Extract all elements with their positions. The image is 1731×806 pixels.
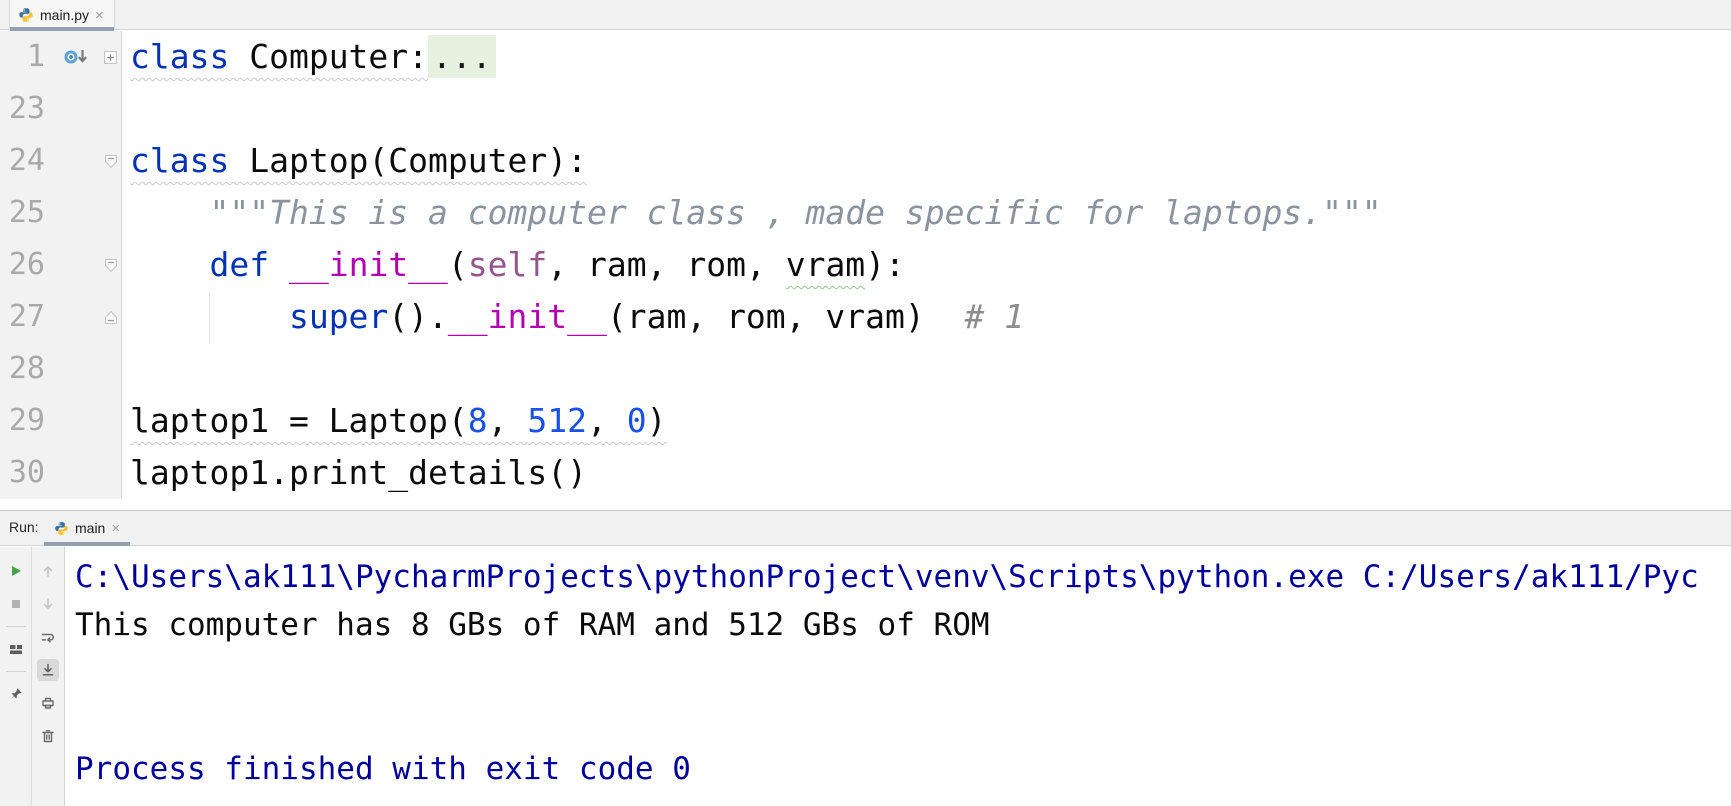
close-icon[interactable]: × bbox=[111, 521, 120, 536]
line-number: 23 bbox=[0, 83, 53, 135]
fold-open-end-icon[interactable] bbox=[103, 309, 119, 326]
print-icon[interactable] bbox=[37, 692, 59, 714]
gutter-icon-slot bbox=[53, 187, 100, 239]
console-line: C:\Users\ak111\PycharmProjects\pythonPro… bbox=[75, 559, 1699, 595]
gutter-icon-slot bbox=[53, 395, 100, 447]
code-text: laptop1.print_details() bbox=[130, 453, 587, 492]
selected-tab-underline bbox=[44, 542, 131, 546]
gutter-icon-slot bbox=[53, 447, 100, 499]
clear-console-icon[interactable] bbox=[37, 725, 59, 747]
run-toolbar-left bbox=[0, 547, 32, 806]
gutter-icon-slot bbox=[53, 83, 100, 135]
code-text: super().__init__(ram, rom, vram) # 1 bbox=[288, 297, 1025, 336]
class-inheritors-icon[interactable] bbox=[63, 47, 91, 67]
line-number: 26 bbox=[0, 239, 53, 291]
code-lines: 1 class Computer:... 23 24 class Laptop(Comp… bbox=[0, 31, 1731, 499]
close-icon[interactable]: × bbox=[95, 8, 104, 23]
line-number: 30 bbox=[0, 447, 53, 499]
line-number: 29 bbox=[0, 395, 53, 447]
rerun-icon[interactable] bbox=[5, 560, 27, 582]
pin-icon[interactable] bbox=[5, 683, 27, 705]
gutter-icon-slot bbox=[53, 239, 100, 291]
gutter-icon-slot bbox=[53, 135, 100, 187]
run-label: Run: bbox=[9, 519, 39, 535]
line-number: 25 bbox=[0, 187, 53, 239]
run-tool-window-header: Run: main × bbox=[0, 511, 1731, 546]
code-line[interactable]: 1 class Computer:... bbox=[0, 31, 1731, 83]
editor-tab-bar: main.py × bbox=[0, 0, 1731, 31]
fold-marker-slot bbox=[100, 187, 122, 239]
code-text: def __init__(self, ram, rom, vram): bbox=[209, 245, 905, 284]
run-tab-main[interactable]: main × bbox=[44, 511, 131, 546]
code-editor[interactable]: 1 class Computer:... 23 24 class Laptop(Comp… bbox=[0, 31, 1731, 529]
fold-open-start-icon[interactable] bbox=[103, 257, 119, 274]
gutter-icon-slot bbox=[53, 343, 100, 395]
console-output[interactable]: C:\Users\ak111\PycharmProjects\pythonPro… bbox=[66, 547, 1731, 806]
fold-marker-slot bbox=[100, 31, 122, 83]
stop-icon[interactable] bbox=[5, 593, 27, 615]
gutter-icon-slot bbox=[53, 31, 100, 83]
restore-layout-icon[interactable] bbox=[5, 638, 27, 660]
fold-marker-slot bbox=[100, 83, 122, 135]
tab-main-py[interactable]: main.py × bbox=[9, 0, 115, 31]
code-line[interactable]: 26 def __init__(self, ram, rom, vram): bbox=[0, 239, 1731, 291]
run-toolbar-right bbox=[32, 547, 65, 806]
code-text: class Laptop(Computer): bbox=[130, 141, 587, 180]
toolbar-separator bbox=[5, 626, 26, 627]
fold-marker-slot bbox=[100, 135, 122, 187]
toolbar-separator bbox=[5, 671, 26, 672]
fold-collapsed-icon[interactable] bbox=[102, 49, 119, 66]
fold-marker-slot bbox=[100, 447, 122, 499]
code-line[interactable]: 25 """This is a computer class , made sp… bbox=[0, 187, 1731, 239]
fold-marker-slot bbox=[100, 343, 122, 395]
fold-marker-slot bbox=[100, 239, 122, 291]
code-line[interactable]: 24 class Laptop(Computer): bbox=[0, 135, 1731, 187]
fold-marker-slot bbox=[100, 291, 122, 343]
down-stack-trace-icon[interactable] bbox=[37, 593, 59, 615]
code-line[interactable]: 28 bbox=[0, 343, 1731, 395]
python-icon bbox=[55, 521, 68, 535]
code-text: """This is a computer class , made speci… bbox=[209, 193, 1382, 232]
console-line: This computer has 8 GBs of RAM and 512 G… bbox=[75, 607, 990, 643]
run-console-area: C:\Users\ak111\PycharmProjects\pythonPro… bbox=[0, 547, 1731, 806]
fold-open-start-icon[interactable] bbox=[103, 153, 119, 170]
line-number: 28 bbox=[0, 343, 53, 395]
up-stack-trace-icon[interactable] bbox=[37, 560, 59, 582]
code-text: laptop1 = Laptop(8, 512, 0) bbox=[130, 401, 667, 440]
tab-label: main.py bbox=[40, 7, 90, 23]
code-line[interactable]: 27 super().__init__(ram, rom, vram) # 1 bbox=[0, 291, 1731, 343]
console-line: Process finished with exit code 0 bbox=[75, 751, 691, 787]
gutter-icon-slot bbox=[53, 291, 100, 343]
code-line[interactable]: 29 laptop1 = Laptop(8, 512, 0) bbox=[0, 395, 1731, 447]
line-number: 1 bbox=[0, 31, 53, 83]
soft-wrap-icon[interactable] bbox=[37, 626, 59, 648]
scroll-to-end-icon[interactable] bbox=[37, 659, 59, 681]
code-line[interactable]: 23 bbox=[0, 83, 1731, 135]
code-line[interactable]: 30 laptop1.print_details() bbox=[0, 447, 1731, 499]
line-number: 24 bbox=[0, 135, 53, 187]
code-text: class Computer:... bbox=[122, 31, 496, 83]
indent-guide bbox=[209, 292, 210, 344]
line-number: 27 bbox=[0, 291, 53, 343]
fold-marker-slot bbox=[100, 395, 122, 447]
python-icon bbox=[19, 8, 33, 22]
run-tab-label: main bbox=[75, 520, 106, 536]
